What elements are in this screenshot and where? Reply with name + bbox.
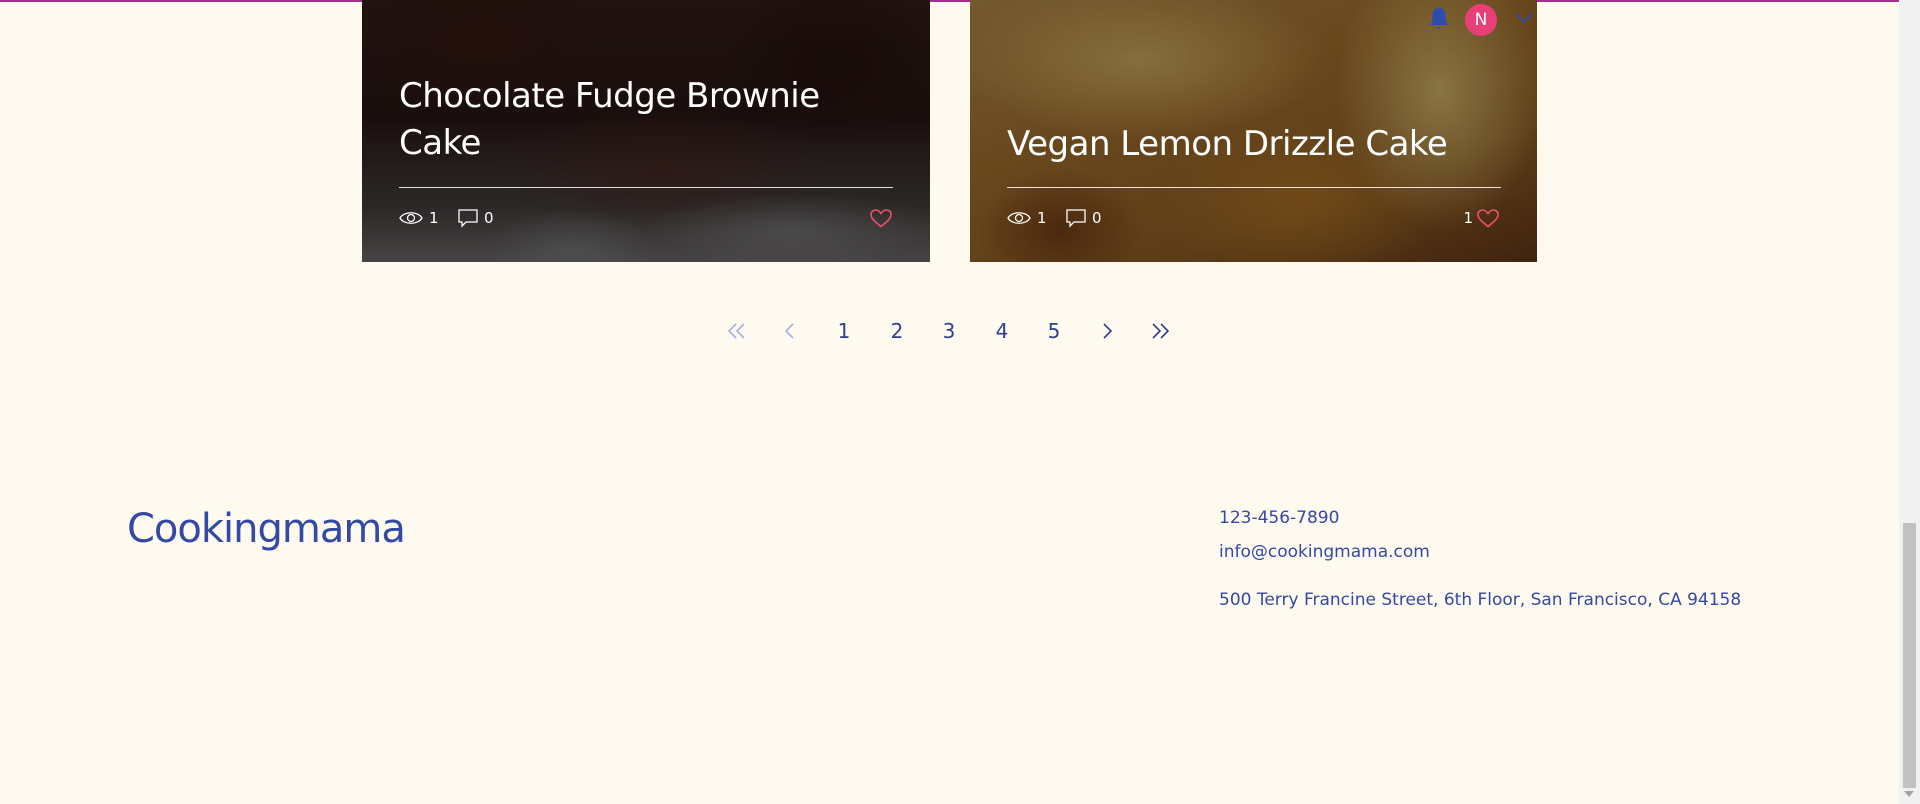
page-3-button[interactable]: 3 (932, 316, 966, 346)
footer-brand-logo[interactable]: Cookingmama (127, 506, 406, 552)
like-button[interactable]: 1 (1463, 207, 1499, 229)
post-card[interactable]: Chocolate Fudge Brownie Cake 1 0 (362, 0, 930, 262)
page-2-button[interactable]: 2 (880, 316, 914, 346)
divider (1007, 187, 1501, 188)
post-card[interactable]: Vegan Lemon Drizzle Cake 1 0 1 (970, 0, 1537, 262)
previous-page-button[interactable] (773, 316, 807, 346)
bell-icon[interactable] (1428, 6, 1450, 32)
comment-icon (458, 208, 478, 228)
top-accent-line (0, 0, 1899, 2)
double-chevron-right-icon (1152, 323, 1170, 339)
heart-icon (1477, 208, 1499, 228)
views-count: 1 (1037, 209, 1047, 227)
comments-count: 0 (1092, 209, 1102, 227)
chevron-right-icon (1103, 323, 1113, 339)
last-page-button[interactable] (1143, 316, 1177, 346)
double-chevron-left-icon (727, 323, 745, 339)
post-title[interactable]: Chocolate Fudge Brownie Cake (399, 73, 879, 167)
footer-address: 500 Terry Francine Street, 6th Floor, Sa… (1219, 590, 1742, 610)
comments-count: 0 (484, 209, 494, 227)
page-5-button[interactable]: 5 (1037, 316, 1071, 346)
views-stat: 1 (1007, 207, 1047, 229)
views-stat: 1 (399, 207, 439, 229)
chevron-left-icon (784, 323, 794, 339)
comment-icon (1066, 208, 1086, 228)
scroll-down-arrow-icon[interactable] (1904, 791, 1914, 797)
chevron-down-icon[interactable] (1514, 10, 1534, 26)
footer-phone[interactable]: 123-456-7890 (1219, 508, 1339, 528)
footer-email[interactable]: info@cookingmama.com (1219, 542, 1430, 562)
heart-icon (870, 208, 892, 228)
eye-icon (1007, 212, 1031, 224)
page: Chocolate Fudge Brownie Cake 1 0 Vegan L… (0, 0, 1920, 804)
next-page-button[interactable] (1090, 316, 1124, 346)
first-page-button[interactable] (720, 316, 754, 346)
comments-stat[interactable]: 0 (458, 207, 494, 229)
eye-icon (399, 212, 423, 224)
page-4-button[interactable]: 4 (985, 316, 1019, 346)
post-title[interactable]: Vegan Lemon Drizzle Cake (1007, 121, 1507, 168)
views-count: 1 (429, 209, 439, 227)
likes-count: 1 (1463, 209, 1473, 227)
comments-stat[interactable]: 0 (1066, 207, 1102, 229)
page-1-button[interactable]: 1 (827, 316, 861, 346)
divider (399, 187, 893, 188)
scrollbar-thumb[interactable] (1903, 523, 1916, 788)
user-avatar[interactable]: N (1465, 4, 1497, 36)
like-button[interactable] (866, 207, 892, 229)
